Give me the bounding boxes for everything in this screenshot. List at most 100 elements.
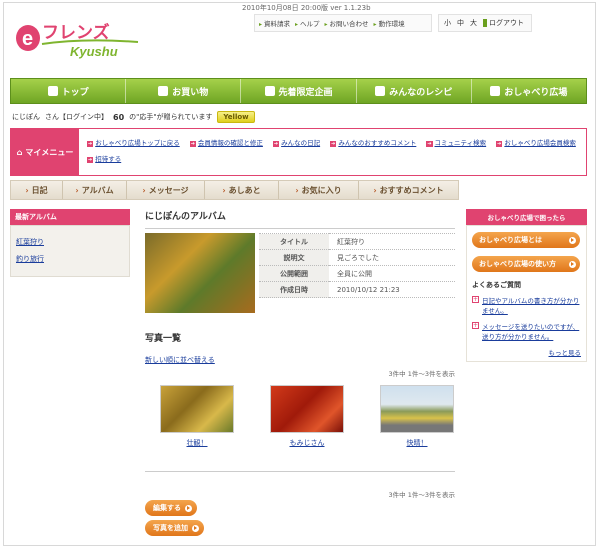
subnav-diary[interactable]: 日記: [11, 181, 63, 199]
photo-thumbnail[interactable]: [160, 385, 234, 433]
edit-button[interactable]: 編集する: [145, 500, 197, 516]
my-menu-item[interactable]: おしゃべり広場トップに戻る: [87, 137, 180, 147]
subnav-footprints[interactable]: あしあと: [205, 181, 279, 199]
album-link[interactable]: 釣り旅行: [16, 254, 124, 264]
logout-label: ログアウト: [489, 19, 524, 27]
subnav-recommend[interactable]: おすすめコメント: [359, 181, 458, 199]
font-size-switcher: 小 中 大 ログアウト: [438, 14, 532, 32]
album-page-title: にじぽんのアルバム: [145, 209, 455, 229]
photo-caption[interactable]: もみじさん: [290, 438, 325, 448]
font-size-large[interactable]: 大: [470, 18, 477, 28]
info-value: 見ごろでした: [329, 249, 455, 266]
util-link-environment[interactable]: 動作環境: [374, 18, 405, 28]
info-value: 2010/10/12 21:23: [329, 281, 455, 298]
logout-icon: [483, 19, 487, 27]
album-main: にじぽんのアルバム タイトル 紅葉狩り 説明文 見ごろでした 公開範囲 全員に公開 作…: [145, 209, 455, 536]
my-menu-label: ⌂ マイメニュー: [11, 129, 79, 175]
album-info-table: タイトル 紅葉狩り 説明文 見ごろでした 公開範囲 全員に公開 作成日時 2010/10…: [259, 233, 455, 298]
site-logo[interactable]: e フレンズ Kyushu: [14, 14, 142, 60]
font-size-small[interactable]: 小: [444, 18, 451, 28]
faq-link[interactable]: 日記やアルバムの書き方が分かりません。: [482, 295, 581, 315]
sort-newest-link[interactable]: 新しい順に並べ替える: [145, 355, 215, 365]
version-text: 2010年10月08日 20:00版 ver 1.1.23b: [242, 4, 371, 12]
info-key: タイトル: [259, 233, 329, 250]
arrow-icon: [569, 260, 576, 268]
my-menu-item[interactable]: 会員情報の確認と修正: [190, 137, 263, 147]
gnav-limited[interactable]: 先着限定企画: [241, 79, 357, 103]
gnav-top[interactable]: トップ: [11, 79, 127, 103]
util-link-request[interactable]: 資料請求: [259, 18, 290, 28]
info-value: 全員に公開: [329, 265, 455, 282]
subnav-album[interactable]: アルバム: [63, 181, 127, 199]
photo-thumbnail[interactable]: [380, 385, 454, 433]
arrow-icon: [569, 236, 576, 244]
result-count-bottom: 3件中 1件～3件を表示: [388, 491, 455, 499]
faq-item: + メッセージを送りたいのですが、送り方が分かりません。: [472, 321, 581, 341]
plus-icon: +: [472, 322, 479, 329]
gnav-label: トップ: [61, 87, 89, 98]
arrow-icon: [185, 504, 192, 512]
global-nav: トップ お買い物 先着限定企画 みんなのレシピ おしゃべり広場: [10, 78, 587, 104]
font-size-medium[interactable]: 中: [457, 18, 464, 28]
info-key: 作成日時: [259, 281, 329, 298]
runner-icon: [264, 86, 275, 96]
album-link[interactable]: 紅葉狩り: [16, 237, 124, 247]
gnav-recipe[interactable]: みんなのレシピ: [357, 79, 472, 103]
user-status: にじぽん さん【ログイン中】 60 の"応手"が贈られています Yellow: [12, 111, 255, 123]
plaza-howto-label: おしゃべり広場の使い方: [479, 260, 556, 268]
chat-bubble-icon: [490, 86, 501, 96]
photos-heading: 写真一覧: [145, 334, 182, 344]
gnav-label: おしゃべり広場: [504, 87, 568, 98]
fork-knife-icon: [375, 86, 386, 96]
plus-icon: +: [472, 296, 479, 303]
plaza-howto-button[interactable]: おしゃべり広場の使い方: [472, 256, 580, 272]
gnav-label: みんなのレシピ: [389, 87, 453, 98]
photo-item: もみじさん: [267, 385, 347, 448]
my-menu-item[interactable]: 招待する: [87, 153, 121, 163]
about-plaza-label: おしゃべり広場とは: [479, 236, 542, 244]
table-row: タイトル 紅葉狩り: [259, 233, 455, 250]
util-link-contact[interactable]: お問い合わせ: [325, 18, 369, 28]
left-sidebar: 最新アルバム 紅葉狩り 釣り旅行: [10, 209, 130, 277]
gnav-shopping[interactable]: お買い物: [126, 79, 242, 103]
result-count: 3件中 1件～3件を表示: [388, 370, 455, 378]
about-plaza-button[interactable]: おしゃべり広場とは: [472, 232, 580, 248]
add-photo-button[interactable]: 写真を追加: [145, 520, 204, 536]
info-key: 公開範囲: [259, 265, 329, 282]
faq-link[interactable]: メッセージを送りたいのですが、送り方が分かりません。: [482, 321, 581, 341]
my-menu-item[interactable]: みんなの日記: [273, 137, 320, 147]
add-photo-button-label: 写真を追加: [153, 524, 188, 532]
latest-album-title: 最新アルバム: [10, 209, 130, 225]
my-menu-item[interactable]: おしゃべり広場会員検索: [496, 137, 576, 147]
cart-icon: [158, 86, 169, 96]
table-row: 作成日時 2010/10/12 21:23: [259, 281, 455, 298]
util-link-help[interactable]: ヘルプ: [295, 18, 320, 28]
my-menu-item[interactable]: みんなのおすすめコメント: [330, 137, 416, 147]
gnav-label: お買い物: [172, 87, 209, 98]
subnav-favorites[interactable]: お気に入り: [279, 181, 359, 199]
my-menu-item[interactable]: コミュニティ検索: [426, 137, 487, 147]
gnav-plaza[interactable]: おしゃべり広場: [472, 79, 586, 103]
photo-caption[interactable]: 壮観！: [187, 438, 208, 448]
gnav-label: 先着限定企画: [278, 87, 333, 98]
point-text: の"応手"が贈られています: [129, 113, 213, 121]
more-link[interactable]: もっと見る: [549, 349, 582, 357]
photo-item: 壮観！: [157, 385, 237, 448]
photo-caption[interactable]: 快晴！: [407, 438, 428, 448]
home-icon: [47, 86, 58, 96]
photo-thumbnail[interactable]: [270, 385, 344, 433]
album-cover-image: [145, 233, 255, 313]
right-sidebar: おしゃべり広場で困ったら おしゃべり広場とは おしゃべり広場の使い方 よくあるご…: [466, 209, 587, 362]
my-menu-title: マイメニュー: [25, 147, 74, 157]
arrow-icon: [192, 524, 199, 532]
info-value: 紅葉狩り: [329, 233, 455, 250]
svg-text:Kyushu: Kyushu: [70, 44, 118, 59]
login-status: さん【ログイン中】: [45, 113, 108, 121]
help-box-title: おしゃべり広場で困ったら: [466, 209, 587, 225]
rank-badge: Yellow: [217, 111, 255, 123]
point-count: 60: [113, 112, 125, 122]
logout-button[interactable]: ログアウト: [483, 18, 524, 28]
subnav-message[interactable]: メッセージ: [127, 181, 205, 199]
photo-grid: 壮観！ もみじさん 快晴！: [157, 385, 457, 448]
faq-heading: よくあるご質問: [472, 281, 521, 289]
